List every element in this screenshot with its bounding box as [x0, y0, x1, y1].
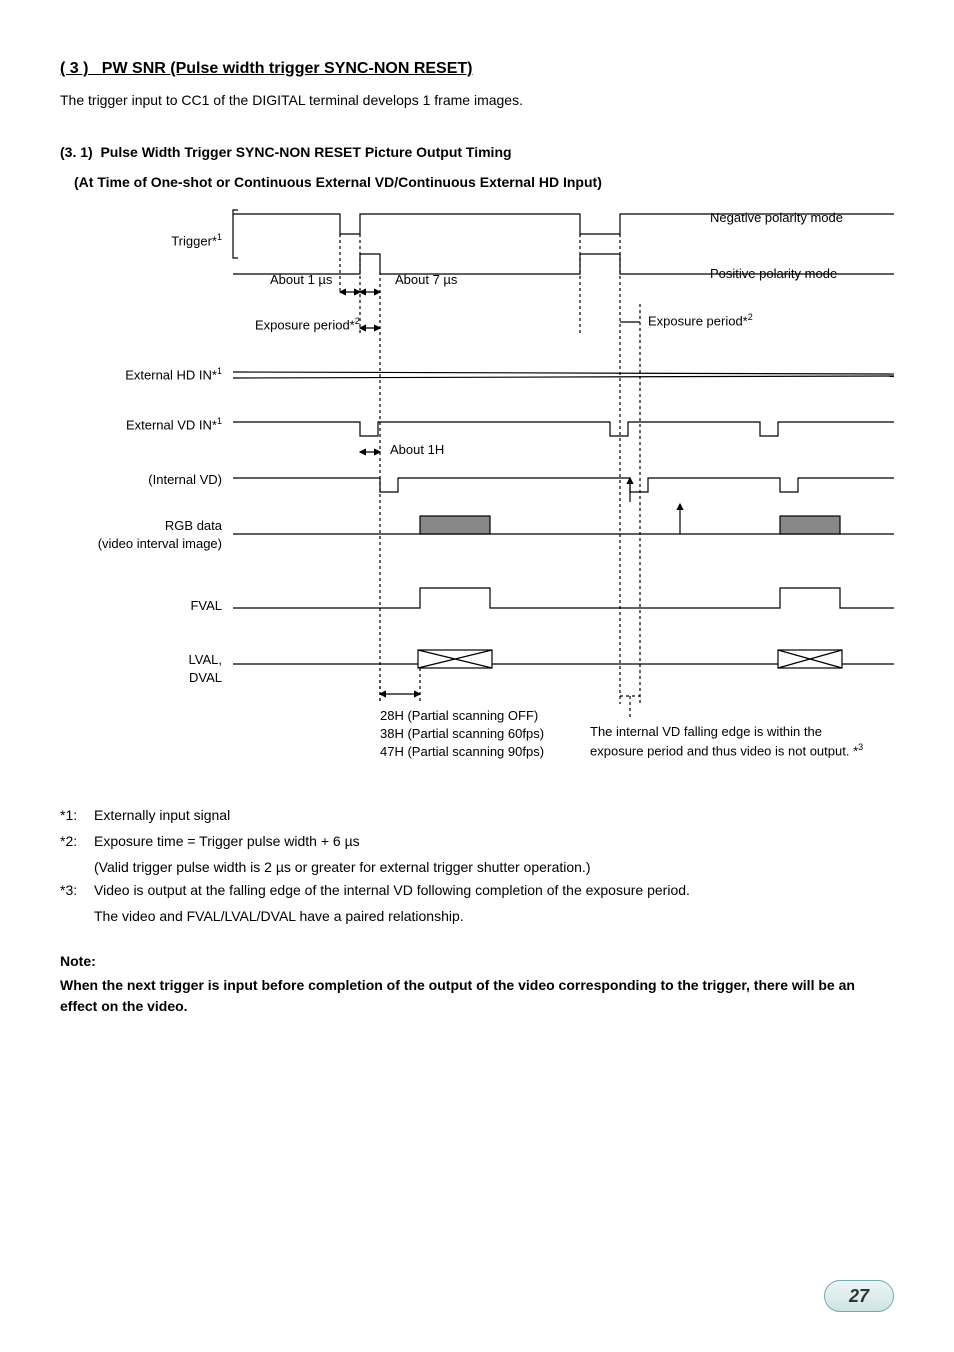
- footnote-1-tag: *1:: [60, 804, 94, 828]
- section-title: ( 3 ) PW SNR (Pulse width trigger SYNC-N…: [60, 60, 894, 78]
- section-intro: The trigger input to CC1 of the DIGITAL …: [60, 92, 894, 108]
- footnote-2-text-b: (Valid trigger pulse width is 2 µs or gr…: [94, 856, 894, 880]
- footnote-2-tag: *2:: [60, 830, 94, 854]
- footnote-1-text: Externally input signal: [94, 804, 894, 828]
- footnote-3-text-a: Video is output at the falling edge of t…: [94, 879, 894, 903]
- footnote-3-text-b: The video and FVAL/LVAL/DVAL have a pair…: [94, 905, 894, 929]
- subsection-number: (3. 1): [60, 144, 93, 160]
- page-number: 27: [824, 1280, 894, 1312]
- footnote-2-text-a: Exposure time = Trigger pulse width + 6 …: [94, 830, 894, 854]
- footnotes: *1: Externally input signal *2: Exposure…: [60, 804, 894, 929]
- footnote-1: *1: Externally input signal: [60, 804, 894, 828]
- footnote-2: *2: Exposure time = Trigger pulse width …: [60, 830, 894, 854]
- section-title-text: PW SNR (Pulse width trigger SYNC-NON RES…: [102, 60, 473, 77]
- footnote-3: *3: Video is output at the falling edge …: [60, 879, 894, 903]
- section-number: ( 3 ): [60, 60, 88, 77]
- note-body: When the next trigger is input before co…: [60, 975, 894, 1017]
- subsection-subtitle: (At Time of One-shot or Continuous Exter…: [74, 174, 894, 190]
- footnote-3-tag: *3:: [60, 879, 94, 903]
- timing-diagram: Trigger*1 External HD IN*1 External VD I…: [60, 204, 894, 784]
- subsection-title-text: Pulse Width Trigger SYNC-NON RESET Pictu…: [100, 144, 511, 160]
- subsection-title: (3. 1) Pulse Width Trigger SYNC-NON RESE…: [60, 144, 894, 160]
- diagram-svg: [60, 204, 894, 784]
- note-heading: Note:: [60, 953, 894, 969]
